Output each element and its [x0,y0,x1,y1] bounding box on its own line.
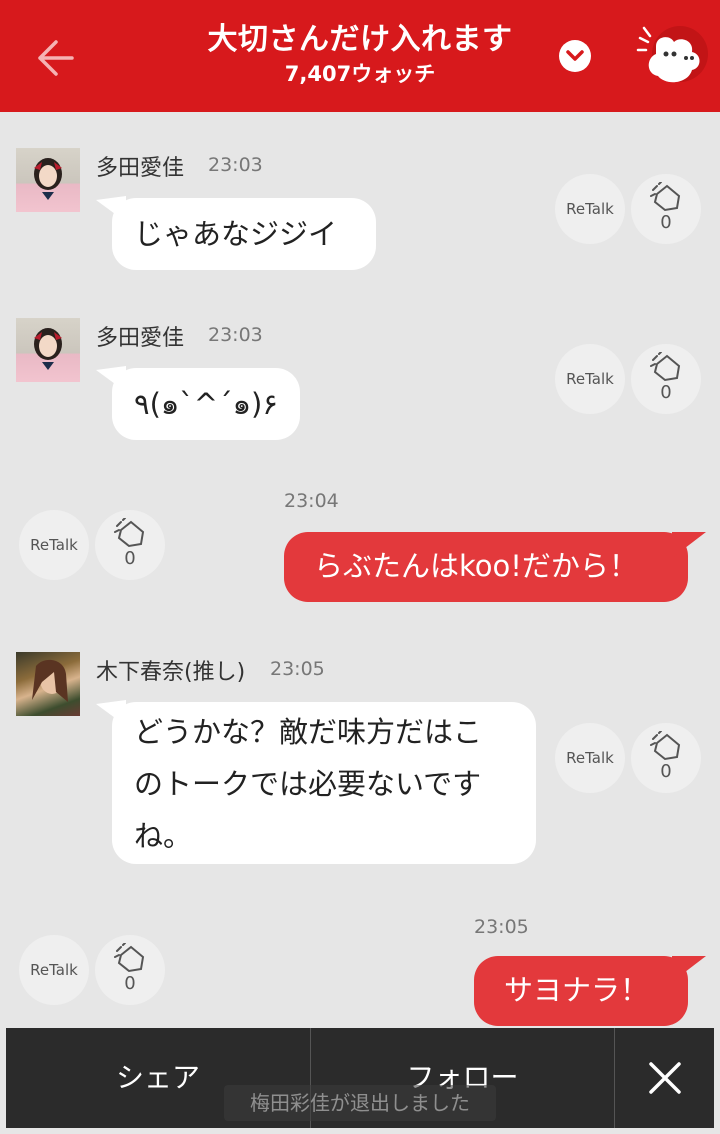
retalk-button[interactable]: ReTalk [19,935,89,1005]
message-line: どうかな？敵だ味方だはこ [134,715,483,749]
sender-name: 多田愛佳 [96,156,185,181]
retalk-button[interactable]: ReTalk [555,344,625,414]
bubble-tail [672,532,706,558]
clap-count: 0 [124,548,136,569]
retalk-button[interactable]: ReTalk [19,510,89,580]
clap-icon [650,182,681,212]
message-time: 23:03 [208,324,263,346]
status-toast: 梅田彩佳が退出しました [224,1085,496,1121]
message-bubble-outgoing: らぶたんはkoo!だから！ [284,532,688,602]
clap-count: 0 [660,761,672,782]
page-title: 大切さんだけ入れます [207,22,513,57]
message-bubble: ٩(๑`^´๑)۶ [112,368,300,440]
retalk-button[interactable]: ReTalk [555,174,625,244]
header-bar: 大切さんだけ入れます 7,407ウォッチ [0,0,720,112]
clap-icon [114,518,145,548]
clap-count: 0 [660,382,672,403]
clap-button[interactable]: 0 [95,935,165,1005]
sender-name: 多田愛佳 [96,326,185,351]
watch-count: 7,407ウォッチ [284,62,436,86]
bubble-tail [96,700,126,726]
avatar[interactable] [16,148,80,212]
retalk-button[interactable]: ReTalk [555,723,625,793]
message-time: 23:04 [284,490,339,512]
message-time: 23:05 [474,916,529,938]
message-bubble: どうかな？敵だ味方だはこ のトークでは必要ないです ね。 [112,702,536,864]
clap-icon [114,943,145,973]
message-bubble-outgoing: サヨナラ！ [474,956,688,1026]
sender-name: 木下春奈(推し) [96,660,246,685]
clap-count: 0 [660,212,672,233]
message-time: 23:03 [208,154,263,176]
clap-icon [650,352,681,382]
clap-count: 0 [124,973,136,994]
avatar[interactable] [16,318,80,382]
bubble-tail [96,366,126,392]
mascot-icon[interactable] [636,24,708,88]
message-line: のトークでは必要ないです [134,767,482,801]
clap-button[interactable]: 0 [631,344,701,414]
clap-button[interactable]: 0 [631,174,701,244]
bubble-tail [672,956,706,982]
avatar[interactable] [16,652,80,716]
close-button[interactable] [614,1028,714,1128]
clap-icon [650,731,681,761]
clap-button[interactable]: 0 [631,723,701,793]
message-time: 23:05 [270,658,325,680]
message-line: ね。 [134,819,193,853]
message-bubble: じゃあなジジイ [112,198,376,270]
bubble-tail [96,196,126,222]
close-icon [649,1062,681,1094]
clap-button[interactable]: 0 [95,510,165,580]
chevron-down-icon[interactable] [559,40,591,72]
